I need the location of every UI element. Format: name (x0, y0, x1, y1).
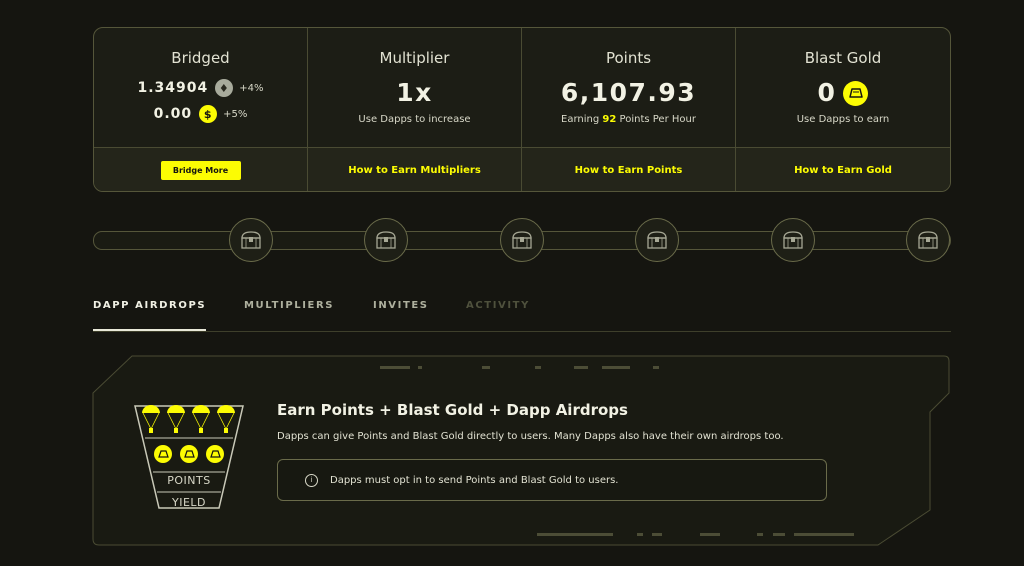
funnel-label-yield: YIELD (171, 496, 206, 509)
opt-in-notice-text: Dapps must opt in to send Points and Bla… (330, 474, 619, 486)
panel-decoration (773, 533, 785, 536)
info-icon: i (305, 473, 318, 487)
gold-coin-icon (154, 445, 224, 463)
panel-decoration (637, 533, 643, 536)
panel-decoration (700, 533, 720, 536)
panel-decoration (794, 533, 854, 536)
airdrop-funnel-illustration (134, 405, 244, 509)
funnel-label-points: POINTS (167, 474, 211, 487)
panel-decoration (535, 366, 541, 369)
panel-decoration (537, 533, 613, 536)
panel-decoration (482, 366, 490, 369)
panel-decoration (418, 366, 422, 369)
panel-decoration (380, 366, 410, 369)
airdrops-description: Dapps can give Points and Blast Gold dir… (277, 431, 784, 442)
airdrops-heading: Earn Points + Blast Gold + Dapp Airdrops (277, 401, 628, 419)
panel-decoration (653, 366, 659, 369)
opt-in-notice: i Dapps must opt in to send Points and B… (277, 459, 827, 501)
panel-decoration (652, 533, 662, 536)
panel-decoration (602, 366, 630, 369)
panel-decoration (757, 533, 763, 536)
parachute-icon (142, 405, 235, 433)
panel-decoration (574, 366, 588, 369)
